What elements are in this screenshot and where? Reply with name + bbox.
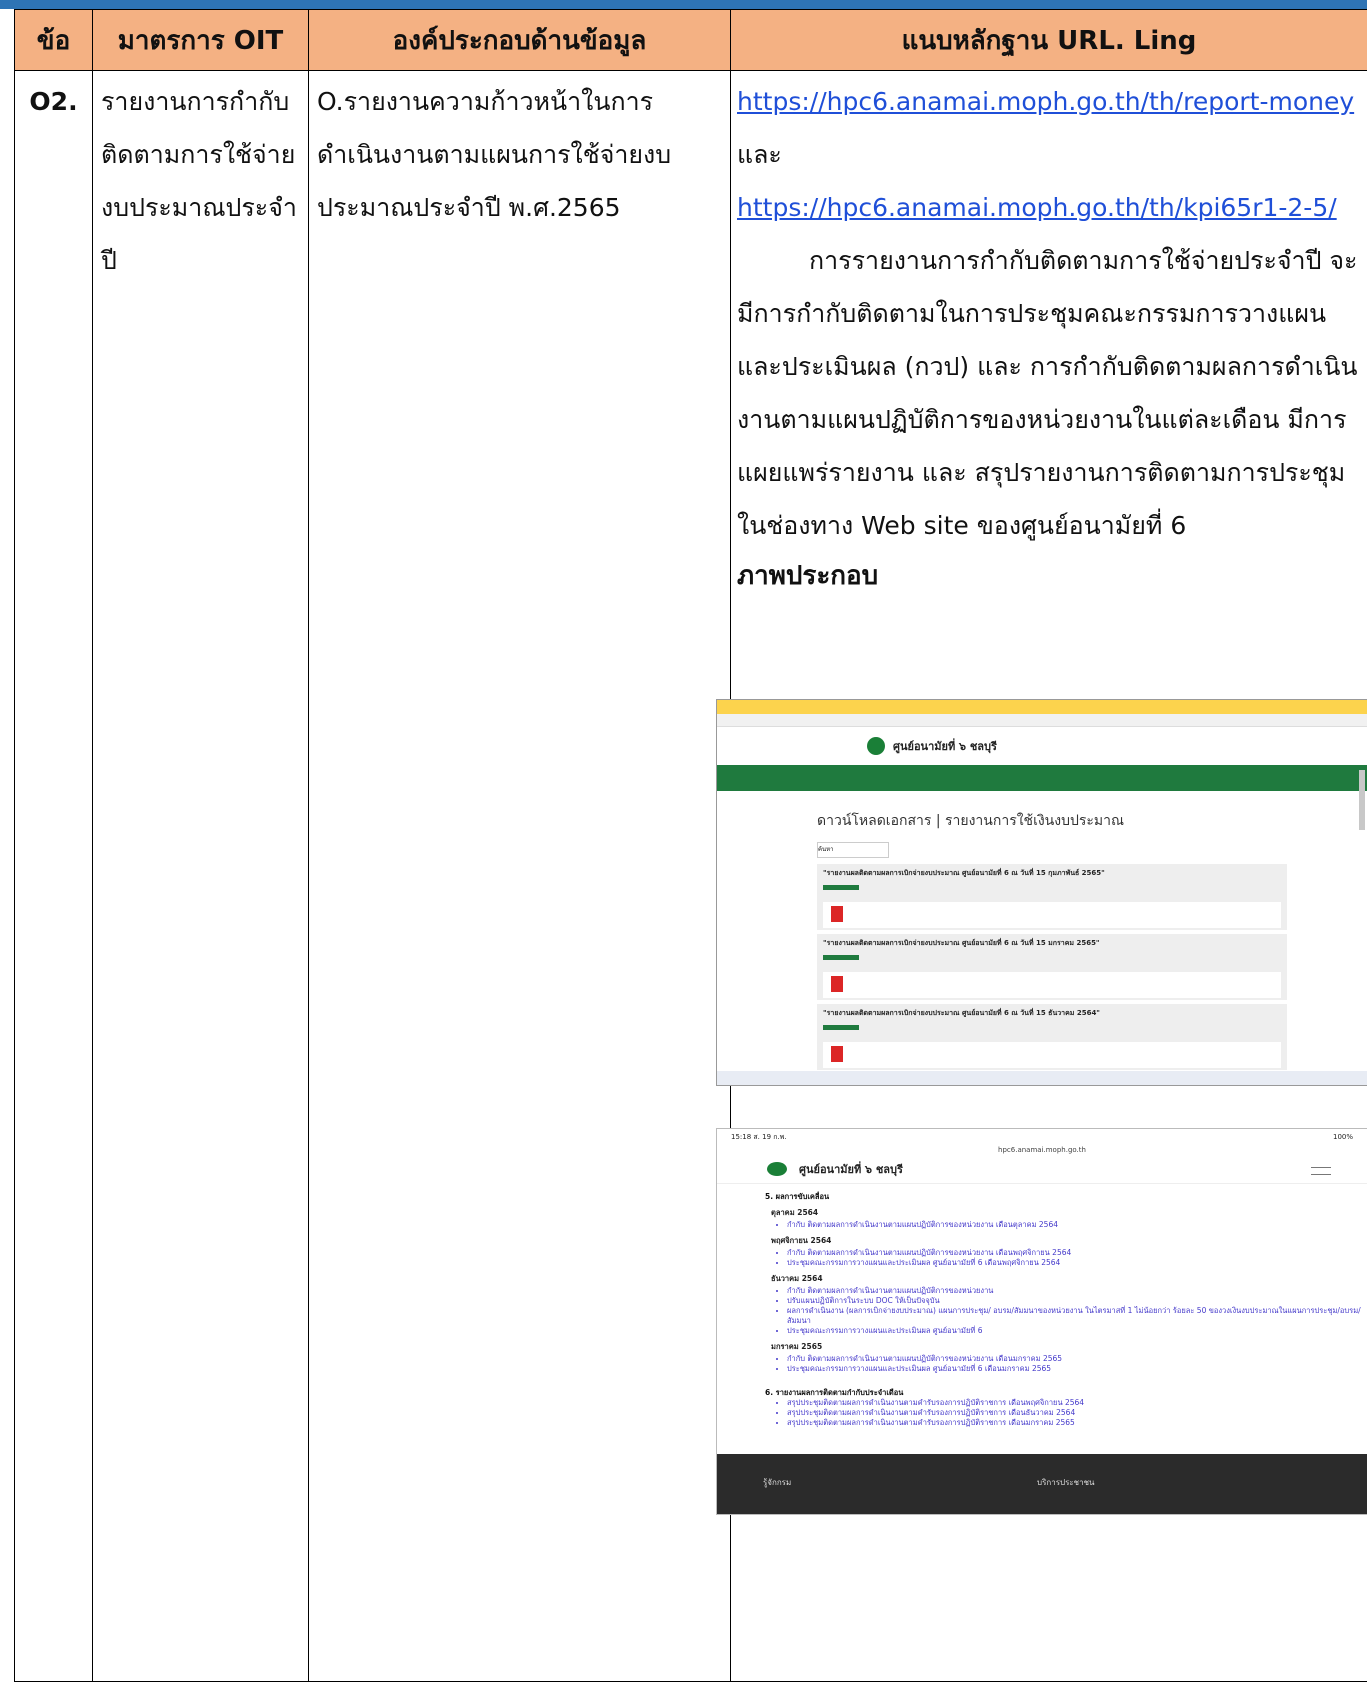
list-item: "รายงานผลติดตามผลการเบิกจ่ายงบประมาณ ศูน… <box>817 934 1287 1000</box>
logo-icon <box>767 1162 787 1176</box>
list-item: สรุปประชุมติดตามผลการดำเนินงานตามคำรับรอ… <box>787 1398 1367 1408</box>
col-header-evidence: แนบหลักฐาน URL. Ling <box>731 10 1367 71</box>
list-item: ปรับแผนปฏิบัติการในระบบ DOC ให้เป็นปัจจุ… <box>787 1296 1367 1306</box>
mobile-header: ศูนย์อนามัยที่ ๖ ชลบุรี <box>717 1155 1367 1184</box>
browser-tabs <box>717 700 1367 714</box>
status-bar: 15:18 ส. 19 ก.พ. 100% <box>717 1129 1367 1145</box>
logo-icon <box>867 737 885 755</box>
status-badge <box>823 885 859 890</box>
footer-right: บริการประชาชน <box>1037 1476 1095 1489</box>
figure-title: ภาพประกอบ <box>737 552 1361 600</box>
col-header-component: องค์ประกอบด้านข้อมูล <box>309 10 731 71</box>
header-row: ข้อ มาตรการ OIT องค์ประกอบด้านข้อมูล แนบ… <box>15 10 1367 71</box>
mobile-site-name: ศูนย์อนามัยที่ ๖ ชลบุรี <box>799 1160 903 1178</box>
site-name: ศูนย์อนามัยที่ ๖ ชลบุรี <box>893 737 997 755</box>
footer-left: รู้จักกรม <box>763 1476 791 1489</box>
browser-url-bar <box>717 714 1367 727</box>
col-header-measure: มาตรการ OIT <box>93 10 309 71</box>
card-title: "รายงานผลติดตามผลการเบิกจ่ายงบประมาณ ศูน… <box>823 868 1281 879</box>
list-item: กำกับ ติดตามผลการดำเนินงานตามแผนปฏิบัติก… <box>787 1354 1367 1364</box>
battery-level: 100% <box>1333 1129 1353 1145</box>
site-header: ศูนย์อนามัยที่ ๖ ชลบุรี <box>717 727 1367 765</box>
mobile-screenshot: 15:18 ส. 19 ก.พ. 100% hpc6.anamai.moph.g… <box>716 1128 1367 1515</box>
month-label: มกราคม 2565 <box>771 1342 1367 1352</box>
component-text: O.รายงานความก้าวหน้าในการดำเนินงานตามแผน… <box>309 71 730 234</box>
desktop-screenshot: ศูนย์อนามัยที่ ๖ ชลบุรี ดาวน์โหลดเอกสาร … <box>716 699 1367 1086</box>
status-time: 15:18 ส. 19 ก.พ. <box>731 1129 787 1145</box>
top-border <box>0 0 1367 9</box>
file-row <box>823 902 1281 928</box>
scrollbar <box>1359 770 1365 830</box>
file-row <box>823 972 1281 998</box>
list-item: ผลการดำเนินงาน (ผลการเบิกจ่ายงบประมาณ) แ… <box>787 1306 1367 1326</box>
mobile-body: 5. ผลการขับเคลื่อน ตุลาคม 2564 กำกับ ติด… <box>717 1184 1367 1428</box>
item-number: O2. <box>15 71 92 128</box>
file-row <box>823 1042 1281 1068</box>
list-item: สรุปประชุมติดตามผลการดำเนินงานตามคำรับรอ… <box>787 1408 1367 1418</box>
list-item: สรุปประชุมติดตามผลการดำเนินงานตามคำรับรอ… <box>787 1418 1367 1428</box>
list-item: ประชุมคณะกรรมการวางแผนและประเมินผล ศูนย์… <box>787 1258 1367 1268</box>
section-6-title: 6. รายงานผลการติดตามกำกับประจำเดือน <box>765 1388 1367 1398</box>
pdf-icon <box>831 976 843 992</box>
list-item: ประชุมคณะกรรมการวางแผนและประเมินผล ศูนย์… <box>787 1364 1367 1374</box>
list-item: กำกับ ติดตามผลการดำเนินงานตามแผนปฏิบัติก… <box>787 1220 1367 1230</box>
description-text: การรายงานการกำกับติดตามการใช้จ่ายประจำปี… <box>737 234 1361 552</box>
month-label: ตุลาคม 2564 <box>771 1208 1367 1218</box>
status-badge <box>823 1025 859 1030</box>
page-heading: ดาวน์โหลดเอกสาร | รายงานการใช้เงินงบประม… <box>817 810 1287 832</box>
site-nav <box>717 765 1367 791</box>
month-label: พฤศจิกายน 2564 <box>771 1236 1367 1246</box>
pdf-icon <box>831 906 843 922</box>
list-item: กำกับ ติดตามผลการดำเนินงานตามแผนปฏิบัติก… <box>787 1248 1367 1258</box>
page-content: ดาวน์โหลดเอกสาร | รายงานการใช้เงินงบประม… <box>817 804 1287 1074</box>
mobile-url: hpc6.anamai.moph.go.th <box>717 1145 1367 1155</box>
menu-icon <box>1311 1167 1331 1175</box>
search-input: ค้นหา <box>817 842 889 858</box>
card-title: "รายงานผลติดตามผลการเบิกจ่ายงบประมาณ ศูน… <box>823 938 1281 949</box>
list-item: กำกับ ติดตามผลการดำเนินงานตามแผนปฏิบัติก… <box>787 1286 1367 1296</box>
card-title: "รายงานผลติดตามผลการเบิกจ่ายงบประมาณ ศูน… <box>823 1008 1281 1019</box>
report-money-link[interactable]: https://hpc6.anamai.moph.go.th/th/report… <box>737 87 1354 116</box>
evidence-cell: https://hpc6.anamai.moph.go.th/th/report… <box>731 71 1367 600</box>
and-text: และ <box>737 140 782 169</box>
status-badge <box>823 955 859 960</box>
pdf-icon <box>831 1046 843 1062</box>
kpi-link[interactable]: https://hpc6.anamai.moph.go.th/th/kpi65r… <box>737 193 1337 222</box>
measure-text: รายงานการกำกับติดตามการใช้จ่ายงบประมาณปร… <box>93 71 308 287</box>
list-item: "รายงานผลติดตามผลการเบิกจ่ายงบประมาณ ศูน… <box>817 864 1287 930</box>
col-header-no: ข้อ <box>15 10 93 71</box>
list-item: "รายงานผลติดตามผลการเบิกจ่ายงบประมาณ ศูน… <box>817 1004 1287 1070</box>
section-5-title: 5. ผลการขับเคลื่อน <box>765 1192 1367 1202</box>
month-label: ธันวาคม 2564 <box>771 1274 1367 1284</box>
mobile-footer: รู้จักกรม บริการประชาชน <box>717 1454 1367 1514</box>
taskbar <box>717 1071 1367 1085</box>
list-item: ประชุมคณะกรรมการวางแผนและประเมินผล ศูนย์… <box>787 1326 1367 1336</box>
